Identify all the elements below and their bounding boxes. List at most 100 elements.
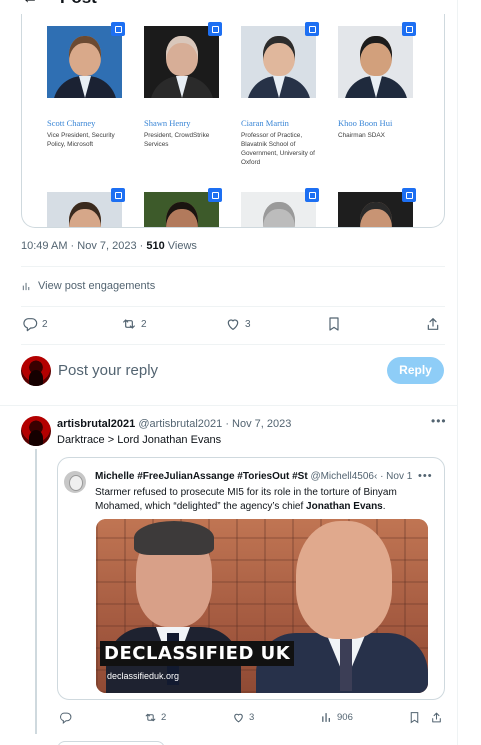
linkedin-badge-icon bbox=[402, 22, 416, 36]
linkedin-badge-icon bbox=[208, 188, 222, 202]
analytics-icon bbox=[22, 282, 30, 290]
quoted-text: Starmer refused to prosecute MI5 for its… bbox=[95, 486, 435, 514]
person-head bbox=[360, 202, 392, 227]
person-head bbox=[263, 202, 295, 227]
reply-action[interactable] bbox=[59, 711, 76, 724]
repost-icon bbox=[145, 713, 156, 722]
share-action[interactable] bbox=[430, 711, 443, 724]
divider bbox=[21, 306, 445, 307]
reply-author-name[interactable]: artisbrutal2021 bbox=[57, 418, 135, 430]
reply-action[interactable]: 2 bbox=[22, 316, 48, 332]
reply-count: 2 bbox=[42, 318, 48, 330]
person-photo bbox=[47, 26, 122, 98]
linkedin-badge-icon bbox=[208, 22, 222, 36]
views-label: Views bbox=[164, 240, 197, 252]
engagements-label: View post engagements bbox=[38, 280, 156, 292]
person-role: President, CrowdStrike Services bbox=[144, 132, 210, 148]
person-head bbox=[69, 202, 101, 227]
view-engagements-link[interactable]: View post engagements bbox=[21, 280, 155, 292]
quoted-author-avatar bbox=[64, 471, 86, 493]
repost-count: 2 bbox=[141, 318, 147, 330]
divider bbox=[21, 344, 445, 345]
thread-line bbox=[35, 449, 37, 734]
reply-author-header: artisbrutal2021 @artisbrutal2021 · Nov 7… bbox=[57, 418, 291, 430]
linkedin-badge-icon bbox=[402, 188, 416, 202]
repost-action[interactable]: 2 bbox=[144, 711, 166, 724]
repost-count: 2 bbox=[161, 712, 167, 723]
reply-input[interactable]: Post your reply bbox=[58, 362, 158, 379]
reply-author-avatar[interactable] bbox=[21, 416, 51, 446]
post-media-image[interactable]: Scott Charney Vice President, Security Po… bbox=[21, 14, 445, 228]
quoted-image[interactable]: DECLASSIFIED UK declassifieduk.org bbox=[96, 519, 428, 693]
divider bbox=[21, 266, 445, 267]
quoted-author-header: Michelle #FreeJulianAssange #ToriesOut #… bbox=[95, 471, 415, 482]
person-right-face bbox=[296, 521, 392, 639]
divider bbox=[0, 405, 458, 406]
reply-icon bbox=[60, 712, 72, 724]
person-photo bbox=[241, 26, 316, 98]
post-time[interactable]: 10:49 AM · Nov 7, 2023 · bbox=[21, 240, 146, 252]
person-name: Khoo Boon Hui bbox=[338, 118, 393, 128]
analytics-icon bbox=[322, 713, 330, 722]
like-count: 3 bbox=[249, 712, 255, 723]
views-count: 906 bbox=[337, 712, 353, 723]
reply-author-handle[interactable]: @artisbrutal2021 · Nov 7, 2023 bbox=[138, 418, 291, 430]
person-role: Chairman SDAX bbox=[338, 132, 385, 139]
quoted-author-handle: @Michell4506‹ · Nov 1 bbox=[310, 471, 413, 482]
next-post-card bbox=[57, 741, 165, 745]
linkedin-badge-icon bbox=[305, 188, 319, 202]
person-right-tie bbox=[340, 639, 352, 691]
person-name: Scott Charney bbox=[47, 118, 96, 128]
heart-icon bbox=[234, 713, 243, 723]
person-photo bbox=[144, 26, 219, 98]
image-banner: DECLASSIFIED UK bbox=[100, 641, 295, 666]
quoted-author-name: Michelle #FreeJulianAssange #ToriesOut #… bbox=[95, 471, 308, 482]
page-title: Post bbox=[60, 0, 97, 8]
person-head bbox=[166, 36, 198, 76]
reply-text: Darktrace > Lord Jonathan Evans bbox=[57, 434, 222, 446]
person-head bbox=[69, 36, 101, 76]
bookmark-icon bbox=[329, 317, 339, 331]
like-action[interactable]: 3 bbox=[225, 316, 251, 332]
person-role: Professor of Practice, Blavatnik School … bbox=[241, 132, 315, 166]
linkedin-badge-icon bbox=[111, 188, 125, 202]
person-head bbox=[360, 36, 392, 76]
share-icon bbox=[432, 712, 441, 723]
reply-button[interactable]: Reply bbox=[387, 357, 444, 384]
quoted-post[interactable]: Michelle #FreeJulianAssange #ToriesOut #… bbox=[57, 457, 445, 700]
share-icon bbox=[427, 318, 439, 330]
right-gutter bbox=[459, 0, 481, 745]
bookmark-icon bbox=[410, 712, 419, 724]
repost-icon bbox=[123, 319, 135, 329]
bookmark-action[interactable] bbox=[326, 316, 342, 332]
person-name: Ciaran Martin bbox=[241, 118, 289, 128]
post-actions: 2 2 3 bbox=[22, 316, 442, 336]
views-count: 510 bbox=[146, 240, 165, 252]
avatar[interactable] bbox=[21, 356, 51, 386]
reply-icon bbox=[23, 318, 38, 332]
bookmark-action[interactable] bbox=[408, 711, 421, 724]
reply-actions: 2 3 906 bbox=[57, 711, 447, 727]
like-count: 3 bbox=[245, 318, 251, 330]
quoted-text-bold: Jonathan Evans bbox=[306, 501, 383, 512]
person-head bbox=[263, 36, 295, 76]
person-left-hair bbox=[134, 521, 214, 555]
quoted-text-end: . bbox=[382, 501, 386, 512]
post-timestamp: 10:49 AM · Nov 7, 2023 · 510 Views bbox=[21, 240, 197, 252]
person-photo bbox=[338, 26, 413, 98]
repost-action[interactable]: 2 bbox=[121, 316, 147, 332]
person-head bbox=[166, 202, 198, 227]
image-site: declassifieduk.org bbox=[107, 671, 180, 681]
timeline-column: ← Post Scott Charney Vice President, Secu… bbox=[0, 0, 458, 745]
like-action[interactable]: 3 bbox=[232, 711, 254, 724]
person-role: Vice President, Security Policy, Microso… bbox=[47, 132, 115, 148]
quoted-more-icon[interactable]: ••• bbox=[418, 470, 433, 482]
reply-composer: Post your reply Reply bbox=[0, 350, 458, 406]
views-action[interactable]: 906 bbox=[320, 711, 353, 724]
arrow-left-icon[interactable]: ← bbox=[22, 0, 38, 8]
share-action[interactable] bbox=[425, 316, 441, 332]
person-name: Shawn Henry bbox=[144, 118, 191, 128]
more-options-icon[interactable]: ••• bbox=[431, 414, 447, 428]
linkedin-badge-icon bbox=[111, 22, 125, 36]
heart-icon bbox=[227, 319, 239, 330]
